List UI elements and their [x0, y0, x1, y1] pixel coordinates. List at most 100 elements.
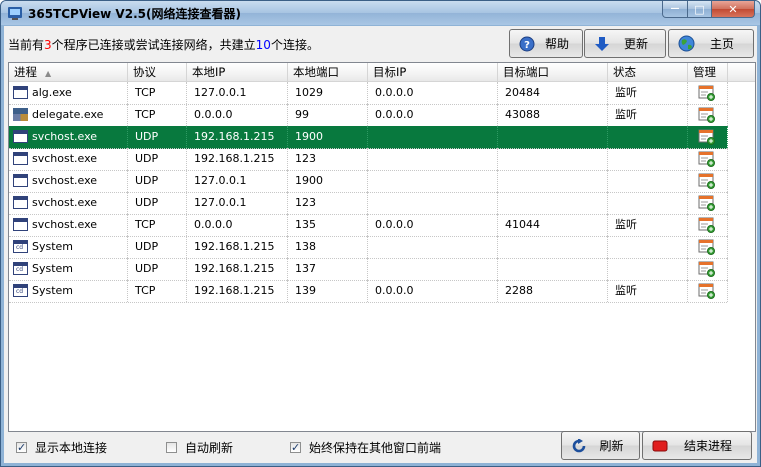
- cell-state: 监听: [608, 104, 688, 126]
- cell-local-port: 1900: [288, 126, 368, 148]
- manage-connection-icon[interactable]: [698, 107, 715, 123]
- table-row[interactable]: SystemUDP192.168.1.215138: [9, 236, 728, 259]
- connection-table[interactable]: 进程 ▲ 协议 本地IP 本地端口 目标IP 目标端口 状态 管理 alg.exe…: [8, 62, 756, 432]
- cell-manage[interactable]: [688, 126, 728, 148]
- cell-state: [608, 148, 688, 170]
- always-on-top-checkbox[interactable]: ✓ 始终保持在其他窗口前端: [290, 439, 441, 456]
- table-row[interactable]: SystemUDP192.168.1.215137: [9, 258, 728, 281]
- help-button[interactable]: ? 帮助: [509, 29, 583, 58]
- connection-count: 10: [255, 38, 271, 52]
- minimize-icon: —: [670, 4, 680, 14]
- cell-remote-port: 43088: [498, 104, 608, 126]
- column-header-manage[interactable]: 管理: [688, 63, 728, 81]
- cell-manage[interactable]: [688, 280, 728, 302]
- close-button[interactable]: ✕: [711, 1, 755, 18]
- show-local-connections-checkbox[interactable]: ✓ 显示本地连接: [16, 439, 107, 456]
- manage-connection-icon[interactable]: [698, 217, 715, 233]
- program-count: 3: [44, 38, 52, 52]
- system-icon: [13, 262, 28, 275]
- table-row[interactable]: svchost.exe UDP 127.0.0.1 123: [9, 192, 728, 215]
- auto-refresh-checkbox[interactable]: 自动刷新: [166, 439, 233, 456]
- cell-local-ip: 192.168.1.215: [187, 258, 288, 280]
- window-title: 365TCPView V2.5(网络连接查看器): [28, 7, 241, 21]
- cell-protocol: TCP: [128, 214, 187, 236]
- manage-connection-icon[interactable]: [698, 129, 715, 145]
- cell-local-port: 137: [288, 258, 368, 280]
- cell-state: 监听: [608, 280, 688, 302]
- cell-state: 监听: [608, 214, 688, 236]
- title-bar[interactable]: 365TCPView V2.5(网络连接查看器) — □ ✕: [1, 1, 760, 25]
- cell-protocol: TCP: [128, 82, 187, 104]
- table-row[interactable]: delegate.exe TCP 0.0.0.0 99 0.0.0.0 43088 监听: [9, 104, 728, 127]
- cell-manage[interactable]: [688, 104, 728, 126]
- manage-connection-icon[interactable]: [698, 195, 715, 211]
- checkbox-box[interactable]: ✓: [16, 442, 27, 453]
- cell-remote-port: [498, 236, 608, 258]
- cell-local-port: 123: [288, 148, 368, 170]
- cell-local-port: 1029: [288, 82, 368, 104]
- cell-process: System: [9, 258, 128, 280]
- cell-manage[interactable]: [688, 192, 728, 214]
- update-button[interactable]: 更新: [584, 29, 666, 58]
- checkbox-box[interactable]: [166, 442, 177, 453]
- home-button[interactable]: 主页: [668, 29, 754, 58]
- table-row[interactable]: svchost.exe TCP 0.0.0.0 135 0.0.0.0 41044 监听: [9, 214, 728, 237]
- cell-protocol: TCP: [128, 280, 187, 302]
- download-arrow-icon: [593, 35, 611, 53]
- cell-remote-ip: [368, 258, 498, 280]
- table-row[interactable]: svchost.exe UDP 127.0.0.1 1900: [9, 170, 728, 193]
- table-header: 进程 ▲ 协议 本地IP 本地端口 目标IP 目标端口 状态 管理: [9, 63, 755, 82]
- cell-process: svchost.exe: [9, 170, 128, 192]
- cell-process: System: [9, 236, 128, 258]
- kill-process-button[interactable]: 结束进程: [642, 431, 752, 460]
- window-icon: [13, 196, 28, 209]
- cell-state: [608, 126, 688, 148]
- cell-manage[interactable]: [688, 82, 728, 104]
- cell-local-ip: 127.0.0.1: [187, 170, 288, 192]
- cell-local-port: 123: [288, 192, 368, 214]
- cell-state: [608, 236, 688, 258]
- column-header-remote-ip[interactable]: 目标IP: [368, 63, 498, 81]
- column-header-state[interactable]: 状态: [608, 63, 688, 81]
- table-row[interactable]: alg.exe TCP 127.0.0.1 1029 0.0.0.0 20484 监听: [9, 82, 728, 105]
- connection-summary: 当前有3个程序已连接或尝试连接网络，共建立10个连接。: [8, 38, 319, 52]
- cell-process: svchost.exe: [9, 126, 128, 148]
- minimize-button[interactable]: —: [662, 1, 688, 18]
- table-row[interactable]: svchost.exe UDP 192.168.1.215 1900: [9, 126, 728, 149]
- checkbox-box[interactable]: ✓: [290, 442, 301, 453]
- cell-manage[interactable]: [688, 236, 728, 258]
- manage-connection-icon[interactable]: [698, 173, 715, 189]
- maximize-button[interactable]: □: [687, 1, 712, 18]
- cell-protocol: UDP: [128, 236, 187, 258]
- column-header-local-ip[interactable]: 本地IP: [187, 63, 288, 81]
- client-area: 当前有3个程序已连接或尝试连接网络，共建立10个连接。 ? 帮助 更新 主页 进…: [4, 26, 757, 463]
- manage-connection-icon[interactable]: [698, 261, 715, 277]
- table-row[interactable]: SystemTCP192.168.1.2151390.0.0.02288监听: [9, 280, 728, 303]
- window-icon: [13, 218, 28, 231]
- window-icon: [13, 152, 28, 165]
- app-logo-icon: [8, 7, 22, 20]
- cell-process: svchost.exe: [9, 192, 128, 214]
- cell-remote-port: 2288: [498, 280, 608, 302]
- close-icon: ✕: [728, 2, 738, 16]
- column-header-local-port[interactable]: 本地端口: [288, 63, 368, 81]
- cell-remote-ip: 0.0.0.0: [368, 104, 498, 126]
- cell-local-ip: 192.168.1.215: [187, 126, 288, 148]
- column-header-protocol[interactable]: 协议: [128, 63, 187, 81]
- manage-connection-icon[interactable]: [698, 85, 715, 101]
- column-header-process[interactable]: 进程 ▲: [9, 63, 128, 81]
- cell-local-ip: 192.168.1.215: [187, 236, 288, 258]
- refresh-button[interactable]: 刷新: [561, 431, 640, 460]
- cell-manage[interactable]: [688, 258, 728, 280]
- column-header-remote-port[interactable]: 目标端口: [498, 63, 608, 81]
- manage-connection-icon[interactable]: [698, 283, 715, 299]
- cell-manage[interactable]: [688, 214, 728, 236]
- cell-manage[interactable]: [688, 148, 728, 170]
- manage-connection-icon[interactable]: [698, 239, 715, 255]
- table-row[interactable]: svchost.exe UDP 192.168.1.215 123: [9, 148, 728, 171]
- cell-remote-port: [498, 148, 608, 170]
- cell-process: delegate.exe: [9, 104, 128, 126]
- cell-manage[interactable]: [688, 170, 728, 192]
- manage-connection-icon[interactable]: [698, 151, 715, 167]
- cell-remote-ip: [368, 126, 498, 148]
